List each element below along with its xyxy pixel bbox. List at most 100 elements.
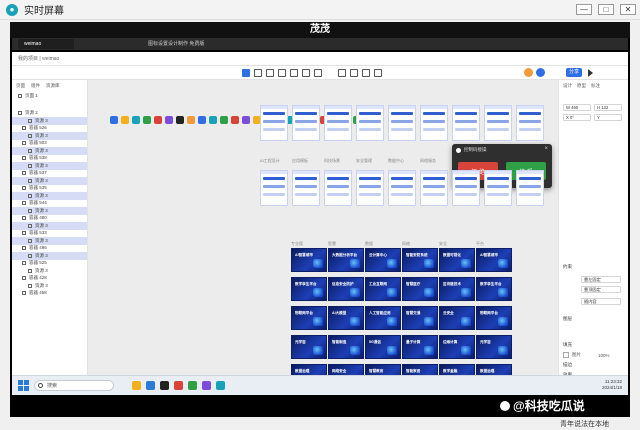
resize-select[interactable]: 随内容 xyxy=(581,298,621,305)
fill-opacity[interactable]: 100% xyxy=(598,353,610,358)
asset-icon[interactable] xyxy=(121,116,129,124)
template-frame[interactable] xyxy=(356,105,384,141)
design-canvas[interactable]: 控制码接操 × 拒 绝 接 受 AI工程设计应用模板科技场景安全管理数据中心网络… xyxy=(88,80,558,395)
template-frame[interactable] xyxy=(484,105,512,141)
asset-icon[interactable] xyxy=(209,116,217,124)
template-frame[interactable] xyxy=(452,170,480,206)
tab-prototype[interactable]: 原型 xyxy=(577,83,586,89)
move-tool-icon[interactable] xyxy=(242,69,250,77)
asset-icon[interactable] xyxy=(176,116,184,124)
layer-item[interactable]: 资源 3 xyxy=(12,177,87,185)
radius-field[interactable]: Y xyxy=(594,114,622,121)
layer-item[interactable]: 页面 1 xyxy=(12,92,87,100)
dark-template-frame[interactable]: 5G通信 xyxy=(365,335,401,359)
boolean-tool-icon[interactable] xyxy=(350,69,358,77)
layer-item[interactable]: 资源 3 xyxy=(12,267,87,275)
dark-template-frame[interactable]: 智能制造 xyxy=(328,335,364,359)
layer-item[interactable]: 资源 3 xyxy=(12,237,87,245)
play-icon[interactable] xyxy=(588,69,593,77)
dark-template-frame[interactable]: 人工智能应用 xyxy=(365,306,401,330)
tab-pages[interactable]: 页面 xyxy=(16,83,25,89)
dark-template-frame[interactable]: 信息安全防护 xyxy=(328,277,364,301)
template-frame[interactable] xyxy=(356,170,384,206)
mask-tool-icon[interactable] xyxy=(362,69,370,77)
text-tool-icon[interactable] xyxy=(290,69,298,77)
template-frame[interactable] xyxy=(292,105,320,141)
template-frame[interactable] xyxy=(420,170,448,206)
layer-item[interactable]: 容器 537 xyxy=(12,170,87,178)
browser-tab-active[interactable]: weimao xyxy=(18,39,74,49)
template-frame[interactable] xyxy=(452,105,480,141)
component-tool-icon[interactable] xyxy=(338,69,346,77)
dark-template-frame[interactable]: 数字孪生平台 xyxy=(291,277,327,301)
minimize-button[interactable]: — xyxy=(576,4,592,15)
height-field[interactable]: H 132 xyxy=(594,104,622,111)
template-frame[interactable] xyxy=(388,170,416,206)
share-button[interactable]: 分享 xyxy=(566,68,582,77)
taskbar-search[interactable]: 搜索 xyxy=(34,380,114,391)
dark-template-frame[interactable]: AI大模型 xyxy=(328,306,364,330)
browser-tab[interactable]: 图标设置设计制作 免费版 xyxy=(142,39,232,49)
layer-item[interactable]: 资源 3 xyxy=(12,252,87,260)
asset-icon[interactable] xyxy=(187,116,195,124)
template-frame[interactable] xyxy=(292,170,320,206)
dark-template-frame[interactable]: 数字孪生平台 xyxy=(476,277,512,301)
asset-icon[interactable] xyxy=(242,116,250,124)
template-frame[interactable] xyxy=(324,170,352,206)
template-frame[interactable] xyxy=(420,105,448,141)
tab-design[interactable]: 设计 xyxy=(563,83,572,89)
asset-icon[interactable] xyxy=(154,116,162,124)
layer-item[interactable]: 容器 526 xyxy=(12,125,87,133)
layer-item[interactable]: 容器 480 xyxy=(12,215,87,223)
asset-icon[interactable] xyxy=(198,116,206,124)
dark-template-frame[interactable]: 区块链技术 xyxy=(439,277,475,301)
comment-tool-icon[interactable] xyxy=(314,69,322,77)
dark-template-frame[interactable]: 智慧交通 xyxy=(402,306,438,330)
layer-item[interactable]: 资源 3 xyxy=(12,117,87,125)
frame-tool-icon[interactable] xyxy=(254,69,262,77)
layer-item[interactable]: 资源 3 xyxy=(12,132,87,140)
template-frame[interactable] xyxy=(516,105,544,141)
layer-item[interactable]: 资源 3 xyxy=(12,162,87,170)
constraint-h-select[interactable]: 靠左固定 xyxy=(581,276,621,283)
browser-tab[interactable] xyxy=(78,39,138,49)
dark-template-frame[interactable]: 边缘计算 xyxy=(439,335,475,359)
dark-template-frame[interactable]: 物联网平台 xyxy=(291,306,327,330)
template-frame[interactable] xyxy=(484,170,512,206)
asset-icon[interactable] xyxy=(132,116,140,124)
taskbar-app-icon[interactable] xyxy=(160,381,169,390)
template-frame[interactable] xyxy=(324,105,352,141)
dark-template-frame[interactable]: 智慧医疗 xyxy=(402,277,438,301)
avatar[interactable] xyxy=(536,68,545,77)
tab-annotate[interactable]: 标注 xyxy=(591,83,600,89)
layer-item[interactable]: 资源 3 xyxy=(12,282,87,290)
tab-components[interactable]: 组件 xyxy=(31,83,40,89)
align-tool-icon[interactable] xyxy=(374,69,382,77)
layer-item[interactable]: 容器 458 xyxy=(12,290,87,298)
layer-item[interactable]: 容器 535 xyxy=(12,185,87,193)
dark-template-frame[interactable]: 物联网平台 xyxy=(476,306,512,330)
asset-icon[interactable] xyxy=(110,116,118,124)
width-field[interactable]: W 460 xyxy=(563,104,591,111)
template-frame[interactable] xyxy=(260,170,288,206)
taskbar-app-icon[interactable] xyxy=(132,381,141,390)
constraint-v-select[interactable]: 靠顶固定 xyxy=(581,286,621,293)
layer-item[interactable]: 容器 544 xyxy=(12,200,87,208)
rotation-field[interactable]: X 0° xyxy=(563,114,591,121)
windows-start-icon[interactable] xyxy=(18,380,29,391)
pen-tool-icon[interactable] xyxy=(278,69,286,77)
layer-item[interactable]: 资源 2 xyxy=(12,110,87,118)
image-tool-icon[interactable] xyxy=(302,69,310,77)
dark-template-frame[interactable]: AI智慧城市 xyxy=(476,248,512,272)
dark-template-frame[interactable]: 元宇宙 xyxy=(291,335,327,359)
dark-template-frame[interactable]: AI智慧城市 xyxy=(291,248,327,272)
asset-icon[interactable] xyxy=(220,116,228,124)
taskbar-app-icon[interactable] xyxy=(216,381,225,390)
dark-template-frame[interactable]: 云安全 xyxy=(439,306,475,330)
layer-item[interactable]: 容器 503 xyxy=(12,140,87,148)
taskbar-app-icon[interactable] xyxy=(174,381,183,390)
dark-template-frame[interactable]: 量子计算 xyxy=(402,335,438,359)
layer-item[interactable]: 资源 3 xyxy=(12,207,87,215)
layer-item[interactable]: 容器 525 xyxy=(12,260,87,268)
layer-item[interactable]: 资源 3 xyxy=(12,222,87,230)
